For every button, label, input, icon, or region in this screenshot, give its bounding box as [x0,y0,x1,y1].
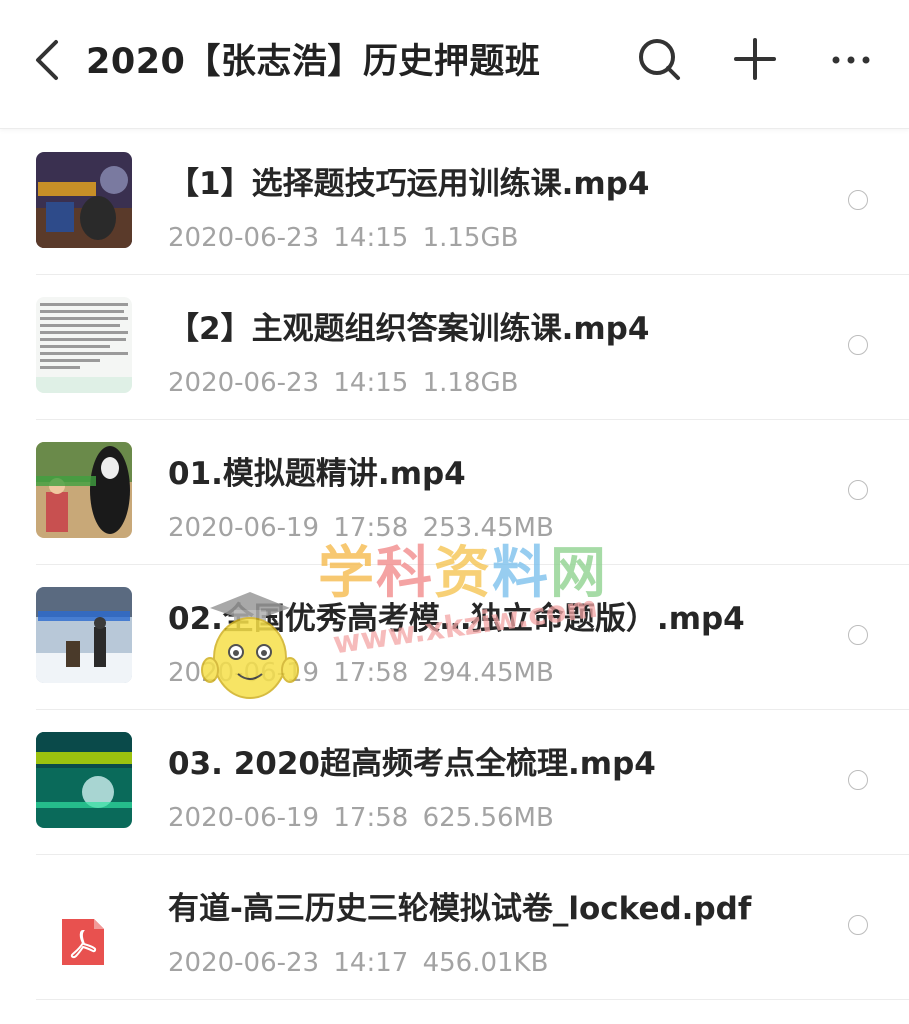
file-date: 2020-06-19 [168,513,320,543]
file-name: 03. 2020超高频考点全梳理.mp4 [168,746,656,782]
video-thumbnail [36,442,132,538]
file-name: 【2】主观题组织答案训练课.mp4 [168,311,650,347]
select-radio[interactable] [848,480,868,500]
file-meta: 2020-06-19 17:58 294.45MB [168,655,554,691]
file-row[interactable]: 【2】主观题组织答案训练课.mp4 2020-06-23 14:15 1.18G… [0,275,909,420]
file-date: 2020-06-23 [168,948,320,978]
file-name: 02.全国优秀高考模…独立命题版）.mp4 [168,601,745,637]
file-name: 有道-高三历史三轮模拟试卷_locked.pdf [168,891,752,927]
file-time: 14:15 [333,368,409,398]
video-thumbnail [36,732,132,828]
file-meta: 2020-06-23 14:15 1.15GB [168,220,518,256]
pdf-file-icon [58,917,108,967]
back-button[interactable] [26,36,70,84]
divider [36,999,909,1000]
page-title: 2020【张志浩】历史押题班 [86,42,541,82]
file-row[interactable]: 02.全国优秀高考模…独立命题版）.mp4 2020-06-19 17:58 2… [0,565,909,710]
file-size: 1.18GB [422,368,519,398]
file-date: 2020-06-19 [168,658,320,688]
select-radio[interactable] [848,190,868,210]
add-button[interactable] [730,34,780,84]
file-row[interactable]: 03. 2020超高频考点全梳理.mp4 2020-06-19 17:58 62… [0,710,909,855]
file-name: 01.模拟题精讲.mp4 [168,456,466,492]
plus-icon [734,38,776,80]
file-row[interactable]: 有道-高三历史三轮模拟试卷_locked.pdf 2020-06-23 14:1… [0,855,909,1000]
file-meta: 2020-06-23 14:17 456.01KB [168,945,548,981]
file-meta: 2020-06-23 14:15 1.18GB [168,365,518,401]
file-time: 17:58 [333,513,409,543]
file-size: 253.45MB [422,513,554,543]
search-icon [639,39,680,80]
file-time: 17:58 [333,803,409,833]
file-date: 2020-06-19 [168,803,320,833]
file-meta: 2020-06-19 17:58 625.56MB [168,800,554,836]
video-thumbnail [36,152,132,248]
file-row[interactable]: 【1】选择题技巧运用训练课.mp4 2020-06-23 14:15 1.15G… [0,130,909,275]
file-size: 625.56MB [422,803,554,833]
file-time: 17:58 [333,658,409,688]
file-time: 14:15 [333,223,409,253]
video-thumbnail [36,297,132,393]
file-size: 1.15GB [422,223,519,253]
search-button[interactable] [634,34,684,84]
file-name: 【1】选择题技巧运用训练课.mp4 [168,166,650,202]
file-meta: 2020-06-19 17:58 253.45MB [168,510,554,546]
select-radio[interactable] [848,770,868,790]
more-button[interactable] [826,34,876,84]
select-radio[interactable] [848,625,868,645]
file-size: 294.45MB [422,658,554,688]
app-header: 2020【张志浩】历史押题班 [0,0,909,129]
file-list: 【1】选择题技巧运用训练课.mp4 2020-06-23 14:15 1.15G… [0,130,909,1000]
file-date: 2020-06-23 [168,368,320,398]
chevron-left-icon [36,40,58,80]
select-radio[interactable] [848,335,868,355]
more-horizontal-icon [832,56,870,64]
video-thumbnail [36,587,132,683]
select-radio[interactable] [848,915,868,935]
file-date: 2020-06-23 [168,223,320,253]
file-row[interactable]: 01.模拟题精讲.mp4 2020-06-19 17:58 253.45MB [0,420,909,565]
file-size: 456.01KB [422,948,549,978]
file-time: 14:17 [333,948,409,978]
